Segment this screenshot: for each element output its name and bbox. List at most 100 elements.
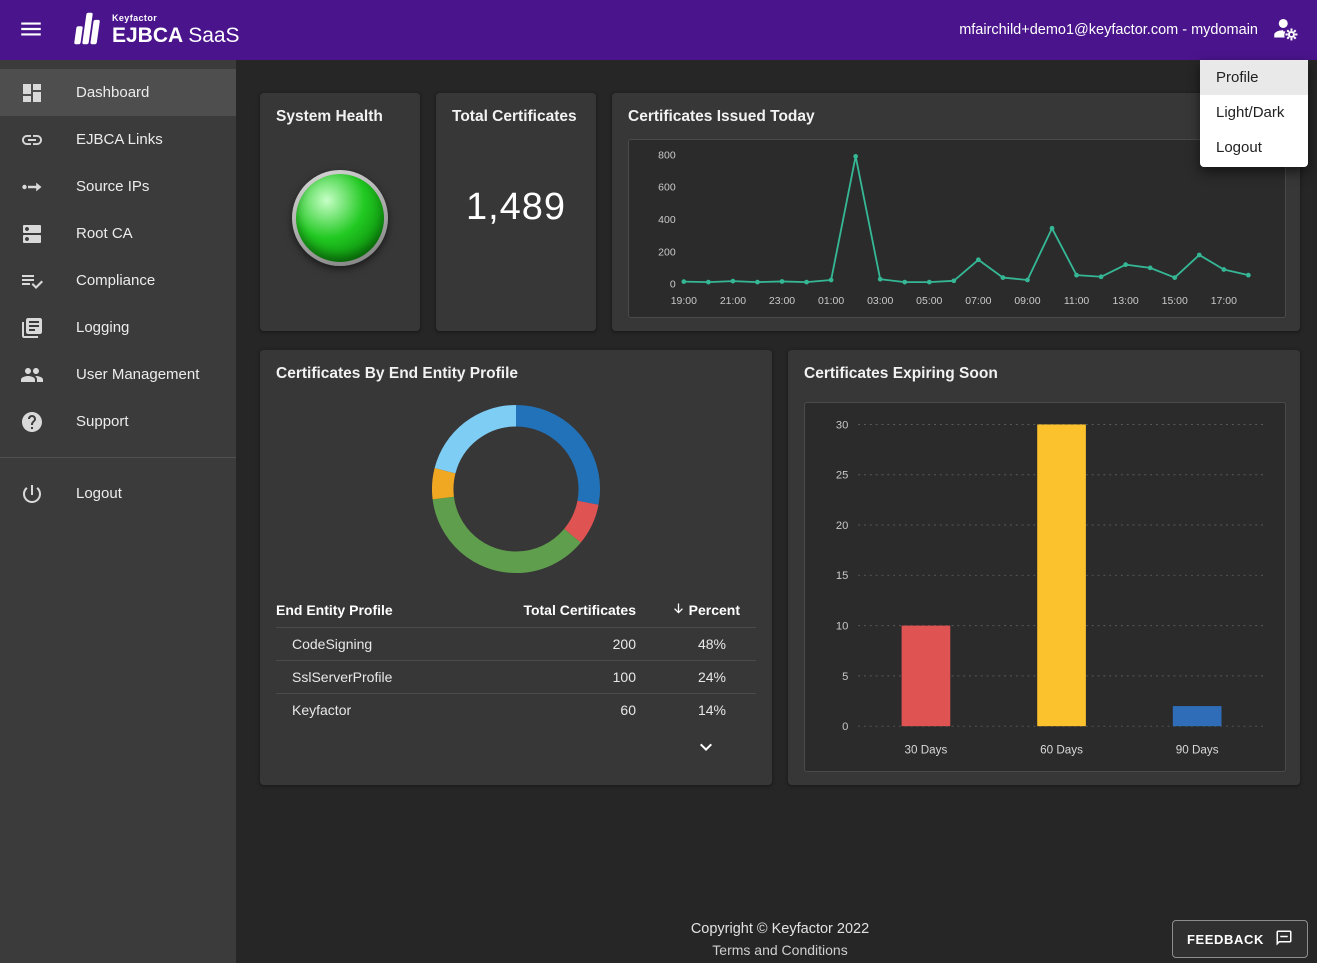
user-email-label: mfairchild+demo1@keyfactor.com - mydomai… bbox=[959, 22, 1258, 38]
table-header-row: End Entity Profile Total Certificates Pe… bbox=[276, 593, 756, 627]
header-total-certificates[interactable]: Total Certificates bbox=[486, 602, 636, 618]
svg-text:400: 400 bbox=[658, 215, 676, 226]
expand-table-button[interactable] bbox=[694, 735, 718, 762]
cell-percent: 24% bbox=[636, 669, 756, 685]
brand-keyfactor-label: Keyfactor bbox=[112, 14, 240, 23]
brand-saas-label: SaaS bbox=[188, 24, 239, 47]
certificates-by-profile-card: Certificates By End Entity Profile End E… bbox=[260, 350, 772, 785]
main-content: System Health Total Certificates 1,489 C… bbox=[236, 0, 1317, 963]
svg-text:09:00: 09:00 bbox=[1014, 296, 1040, 307]
hamburger-menu-icon bbox=[18, 16, 44, 45]
total-certificates-card: Total Certificates 1,489 bbox=[436, 93, 596, 331]
logs-icon bbox=[20, 316, 44, 340]
svg-text:15:00: 15:00 bbox=[1162, 296, 1188, 307]
svg-text:0: 0 bbox=[842, 721, 848, 733]
checklist-icon bbox=[20, 269, 44, 293]
menu-button[interactable] bbox=[18, 16, 44, 45]
copyright-text: Copyright © Keyfactor 2022 bbox=[260, 921, 1300, 937]
sidebar-nav: Dashboard EJBCA Links Source IPs Root CA… bbox=[0, 60, 236, 963]
svg-text:05:00: 05:00 bbox=[916, 296, 942, 307]
sidebar-item-root-ca[interactable]: Root CA bbox=[0, 210, 236, 257]
svg-text:10: 10 bbox=[836, 620, 848, 632]
cell-total: 100 bbox=[486, 669, 636, 685]
keyfactor-logo-icon bbox=[70, 8, 106, 53]
menu-item-profile[interactable]: Profile bbox=[1200, 60, 1308, 95]
sidebar-item-label: EJBCA Links bbox=[76, 131, 163, 148]
health-status-ring bbox=[292, 170, 388, 266]
brand-text: Keyfactor EJBCASaaS bbox=[112, 14, 240, 46]
power-icon bbox=[20, 482, 44, 506]
source-arrow-icon bbox=[20, 175, 44, 199]
sidebar-item-ejbca-links[interactable]: EJBCA Links bbox=[0, 116, 236, 163]
feedback-label: FEEDBACK bbox=[1187, 932, 1264, 947]
svg-text:60 Days: 60 Days bbox=[1040, 743, 1083, 756]
brand-logo: Keyfactor EJBCASaaS bbox=[70, 8, 240, 53]
sidebar-item-label: Compliance bbox=[76, 272, 155, 289]
svg-text:15: 15 bbox=[836, 570, 848, 582]
health-status-orb bbox=[296, 174, 384, 262]
card-title: Certificates By End Entity Profile bbox=[260, 350, 772, 391]
header-percent-label: Percent bbox=[689, 602, 740, 618]
user-dropdown-menu: Profile Light/Dark Logout bbox=[1200, 60, 1308, 167]
card-title: Total Certificates bbox=[436, 93, 596, 134]
sidebar-item-compliance[interactable]: Compliance bbox=[0, 257, 236, 304]
sidebar-item-user-management[interactable]: User Management bbox=[0, 351, 236, 398]
terms-link[interactable]: Terms and Conditions bbox=[712, 942, 847, 958]
sidebar-item-label: Source IPs bbox=[76, 178, 149, 195]
cell-percent: 14% bbox=[636, 702, 756, 718]
sidebar-divider bbox=[0, 457, 236, 458]
feedback-button[interactable]: FEEDBACK bbox=[1172, 920, 1308, 958]
svg-text:30 Days: 30 Days bbox=[905, 743, 948, 756]
sidebar-item-logout[interactable]: Logout bbox=[0, 470, 236, 517]
certificates-expiring-card: Certificates Expiring Soon 0510152025303… bbox=[788, 350, 1300, 785]
expiring-bar-chart: 05101520253030 Days60 Days90 Days bbox=[807, 405, 1283, 769]
issued-today-line-chart: 020040060080019:0021:0023:0001:0003:0005… bbox=[631, 142, 1283, 315]
brand-ejbca-label: EJBCA bbox=[112, 24, 183, 47]
bar-chart-panel: 05101520253030 Days60 Days90 Days bbox=[804, 402, 1286, 772]
card-title: Certificates Issued Today bbox=[612, 93, 1300, 134]
menu-item-light-dark[interactable]: Light/Dark bbox=[1200, 95, 1308, 130]
help-icon bbox=[20, 410, 44, 434]
menu-item-logout[interactable]: Logout bbox=[1200, 130, 1308, 165]
server-icon bbox=[20, 222, 44, 246]
header-end-entity-profile[interactable]: End Entity Profile bbox=[276, 602, 486, 618]
svg-text:800: 800 bbox=[658, 150, 676, 161]
cell-percent: 48% bbox=[636, 636, 756, 652]
end-entity-donut-chart bbox=[430, 403, 602, 575]
sidebar-item-support[interactable]: Support bbox=[0, 398, 236, 445]
chevron-down-icon bbox=[694, 735, 718, 762]
svg-text:11:00: 11:00 bbox=[1064, 296, 1090, 307]
sidebar-item-dashboard[interactable]: Dashboard bbox=[0, 69, 236, 116]
feedback-chat-icon bbox=[1275, 929, 1293, 950]
cell-total: 60 bbox=[486, 702, 636, 718]
svg-text:01:00: 01:00 bbox=[818, 296, 844, 307]
svg-text:200: 200 bbox=[658, 247, 676, 258]
people-icon bbox=[20, 363, 44, 387]
table-row: CodeSigning 200 48% bbox=[276, 627, 756, 660]
top-bar: Keyfactor EJBCASaaS mfairchild+demo1@key… bbox=[0, 0, 1317, 60]
sidebar-item-source-ips[interactable]: Source IPs bbox=[0, 163, 236, 210]
line-chart-panel: 020040060080019:0021:0023:0001:0003:0005… bbox=[628, 139, 1286, 318]
sidebar-item-label: Dashboard bbox=[76, 84, 149, 101]
sidebar-item-label: Support bbox=[76, 413, 129, 430]
svg-text:30: 30 bbox=[836, 419, 848, 431]
svg-text:21:00: 21:00 bbox=[720, 296, 746, 307]
svg-text:07:00: 07:00 bbox=[965, 296, 991, 307]
account-menu-button[interactable] bbox=[1272, 15, 1299, 45]
total-certificates-value: 1,489 bbox=[436, 186, 596, 229]
svg-text:0: 0 bbox=[670, 280, 676, 291]
dashboard-icon bbox=[20, 81, 44, 105]
certificates-issued-today-card: Certificates Issued Today 02004006008001… bbox=[612, 93, 1300, 331]
sidebar-item-logging[interactable]: Logging bbox=[0, 304, 236, 351]
cell-profile: Keyfactor bbox=[276, 702, 486, 718]
svg-text:13:00: 13:00 bbox=[1113, 296, 1139, 307]
card-title: System Health bbox=[260, 93, 420, 134]
card-title: Certificates Expiring Soon bbox=[788, 350, 1300, 391]
header-percent[interactable]: Percent bbox=[636, 601, 756, 619]
table-row: SslServerProfile 100 24% bbox=[276, 660, 756, 693]
svg-text:20: 20 bbox=[836, 520, 848, 532]
cell-profile: CodeSigning bbox=[276, 636, 486, 652]
page-footer: Copyright © Keyfactor 2022 Terms and Con… bbox=[260, 921, 1300, 963]
svg-text:25: 25 bbox=[836, 470, 848, 482]
svg-text:90 Days: 90 Days bbox=[1176, 743, 1219, 756]
